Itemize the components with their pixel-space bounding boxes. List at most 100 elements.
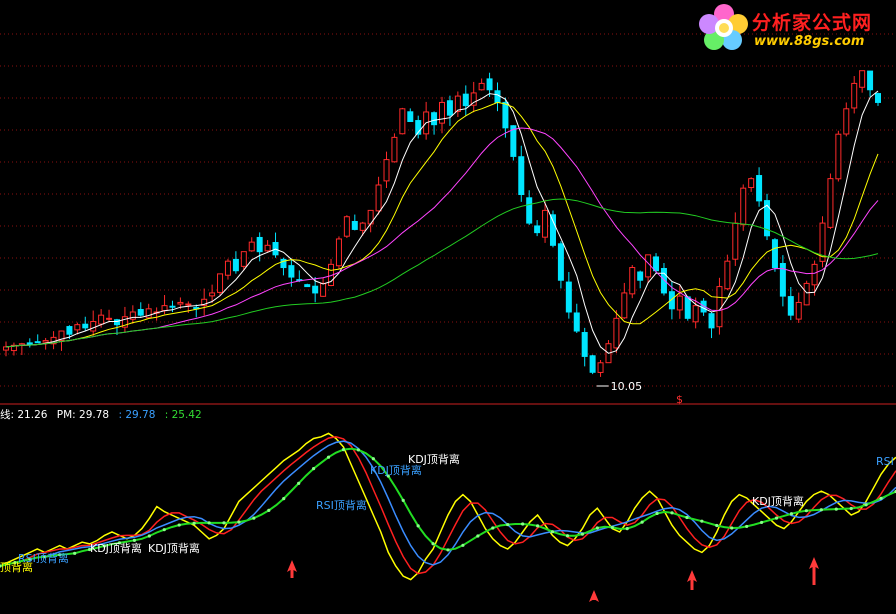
annotation-label: RSI顶背离 [316,499,367,512]
logo-title: 分析家公式网 [752,12,873,34]
candle-body [161,305,168,312]
candle-body [740,187,747,226]
candle-body [494,90,501,103]
candle-body [795,301,802,320]
candle-body [653,256,660,272]
rsi-dot [760,520,764,525]
candle-body [660,267,667,294]
panel-marker: $ [676,393,683,406]
candle-body [486,78,493,91]
candle-body [264,244,271,252]
up-arrow-icon [687,570,697,590]
rsi-dot [595,526,599,530]
candle-body [137,309,144,316]
rsi-dot [326,455,331,459]
candle-body [232,258,239,272]
rsi-dot [431,542,435,546]
rsi-dot [162,528,166,532]
legend-green-value: : 25.42 [164,409,202,421]
rsi-dot [476,534,480,538]
candle-body [859,70,866,88]
chart-stage: 10.05 $ 分析家公式网 www.88gs.com 线: 21.26 PM: … [0,0,896,614]
rsi-dot [864,503,868,507]
candle-body [787,296,794,316]
site-logo: 分析家公式网 www.88gs.com [696,2,892,54]
rsi-dot [565,534,570,538]
candle-body [621,292,628,319]
annotation-label: RSI [876,455,894,468]
up-arrow-icon [589,590,599,602]
rsi-dot [521,522,525,526]
rsi-dot [491,526,495,530]
low-price-label: 10.05 [611,380,643,393]
candle-body [240,251,247,267]
stock-chart: 10.05 $ [0,33,896,602]
candle-body [26,342,33,345]
candle-body [177,301,184,305]
candle-body [692,305,699,323]
rsi-dot [700,519,704,523]
rsi-dot [73,551,77,555]
candle-body [169,305,176,308]
candle-body [113,319,120,326]
rsi-dot [550,530,555,534]
rsi-dot [774,516,779,520]
candle-body [375,184,382,212]
candle-body [335,238,342,267]
annotation-label: KDJ顶背离 [148,542,200,555]
candle-body [224,260,231,276]
candle-body [771,239,778,269]
candle-body [185,303,192,306]
rsi-dot [506,522,510,527]
legend-pm-value: PM: 29.78 [56,409,110,421]
candle-body [431,112,438,126]
rsi-dot [222,521,226,525]
candle-body [391,136,398,163]
rsi-dot [416,524,420,528]
candle-body [3,346,9,351]
rsi-dot [401,498,405,502]
rsi-dot [685,515,689,520]
candle-body [581,332,588,357]
candle-body [716,286,723,328]
candle-body [756,175,763,202]
candle-body [518,156,525,196]
rsi-dot [819,508,823,512]
candle-body [613,317,620,349]
rsi-dot [715,523,719,528]
candle-body [462,93,469,107]
candle-body [835,133,842,180]
candle-body [217,273,224,293]
candle-body [256,236,263,253]
candle-body [748,178,755,189]
rsi-dot [312,467,316,471]
candle-body [803,282,810,306]
candle-body [351,220,358,230]
rsi-dot [177,523,181,527]
candle-body [526,197,533,224]
candle-body [288,265,295,278]
rsi-dot [804,509,809,513]
annotation-label: 顶背离 [0,561,33,574]
rsi-dot [580,532,585,536]
rsi-dot [147,534,151,538]
rsi-dot [207,521,211,525]
rsi-dot [446,548,450,552]
rsi-dot [297,481,301,485]
rsi-dot [670,511,674,515]
indicator-legend: 线: 21.26 PM: 29.78 : 29.78 : 25.42 [0,407,208,422]
candle-body [827,178,834,228]
candle-body [98,314,105,325]
flower-logo-icon [699,4,748,50]
rsi-dot [625,527,629,531]
candle-body [843,108,850,135]
candle-body [320,282,327,297]
candle-body [645,254,652,278]
candle-body [676,295,683,311]
rsi-dot [252,516,256,520]
rsi-dot [267,508,271,512]
candle-body [724,260,731,290]
candle-body [875,93,881,103]
candle-body [383,159,390,182]
rsi-dot [849,506,853,511]
